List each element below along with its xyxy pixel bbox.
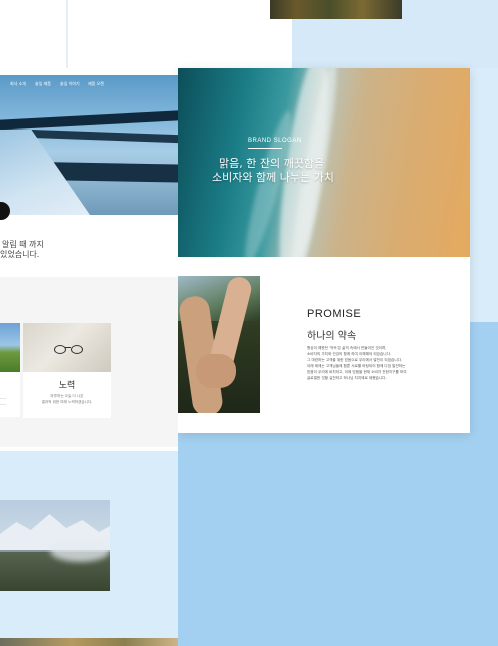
slogan-line-2: 소비자와 함께 나누는 가치 [212, 171, 334, 184]
beach-hero-image: BRAND SLOGAN 맑음, 한 잔의 깨끗함을 소비자와 함께 나누는 가… [178, 68, 470, 257]
nav-item-story[interactable]: 솔잎 이야기 [60, 81, 80, 87]
promise-paragraph: 항상이 해왔던 '약속'은 삶의 속에서 만들어진 것이며, 소비자의 가치와 … [307, 345, 437, 381]
glasses-lens-icon [71, 345, 83, 354]
company-site-panel: 회사 소개 솔잎 제품 솔잎 이야기 제품 오렌 알림 때 까지 있었습니다. … [0, 75, 178, 646]
card-desc-line: 하루하는 오늘 더 나은 [50, 394, 84, 398]
card-title: 노력 [58, 381, 76, 391]
forest-image-strip [270, 0, 402, 19]
top-panel-edge [66, 0, 68, 68]
clasped-hands [196, 354, 236, 388]
building-beam [0, 110, 178, 130]
nav-item-about[interactable]: 회사 소개 [10, 81, 26, 87]
card-desc-line: ~~ [0, 403, 7, 407]
paper-glasses-image [23, 323, 111, 372]
value-card-partial[interactable]: ~~ ~~ [0, 323, 20, 417]
brand-panel: BRAND SLOGAN 맑음, 한 잔의 깨끗함을 소비자와 함께 나누는 가… [178, 68, 470, 433]
promise-subtitle: 하나의 약속 [307, 331, 357, 342]
value-card-effort[interactable]: 노력 하루하는 오늘 더 나은 결과적 위한 마래 노력하겠습니다. [23, 323, 111, 418]
cloud [50, 540, 110, 562]
brand-slogan-label: BRAND SLOGAN [248, 138, 302, 144]
card-desc-line: 결과적 위한 마래 노력하겠습니다. [41, 400, 93, 404]
building-hero-image [0, 75, 178, 215]
promise-title: PROMISE [307, 308, 362, 320]
field-image [0, 323, 20, 372]
card-desc-line: ~~ [0, 397, 7, 401]
nav-item-orange[interactable]: 제품 오렌 [88, 81, 104, 87]
bottom-image-strip [0, 638, 178, 646]
slogan-divider [248, 148, 282, 149]
nav-item-products[interactable]: 솔잎 제품 [35, 81, 51, 87]
top-navigation: 회사 소개 솔잎 제품 솔잎 이야기 제품 오렌 [0, 75, 178, 95]
promise-text-line: 글로벌한 것할 실천하고 하나님 치지에로 제했습니다. [307, 376, 387, 380]
intro-text-line-2: 있었습니다. [0, 250, 40, 259]
holding-hands-image [178, 276, 260, 413]
snowy-mountains-image [0, 500, 110, 591]
